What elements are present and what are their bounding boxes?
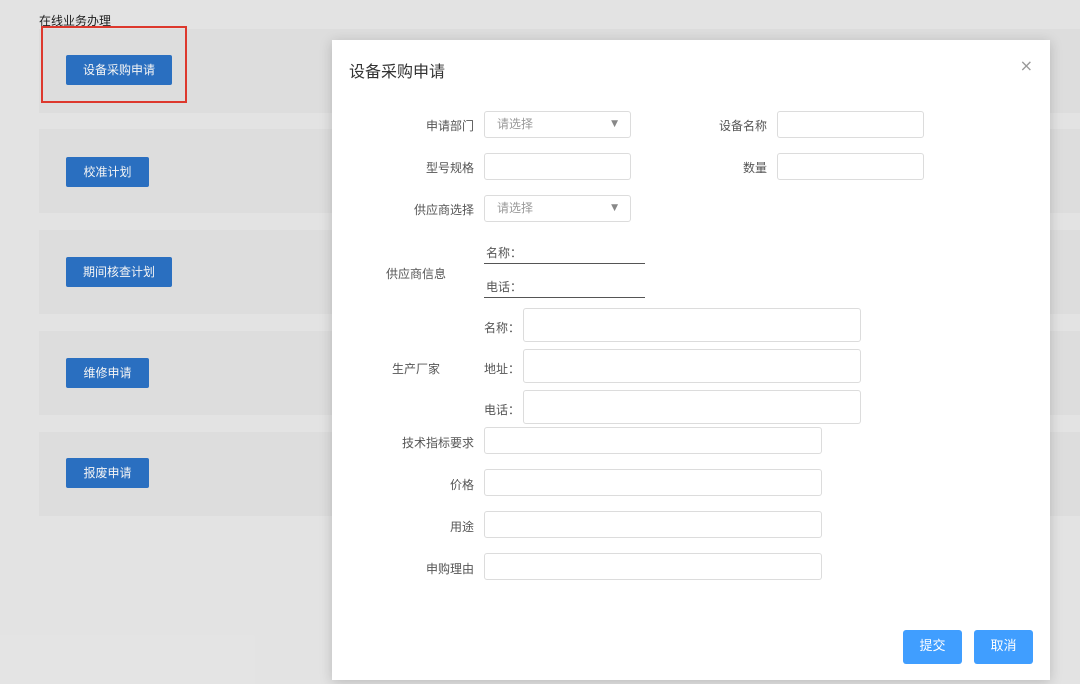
mfr-phone-label: 电话：: [483, 403, 520, 417]
supplier-info-label: 供应商信息: [385, 267, 446, 281]
device-name-input[interactable]: [777, 111, 924, 138]
mfr-address-label: 地址：: [483, 362, 520, 376]
supplier-select[interactable]: 请选择 ▼: [484, 195, 631, 222]
cancel-button[interactable]: 取消: [974, 630, 1033, 664]
chevron-down-icon: ▼: [611, 203, 618, 213]
device-name-label: 设备名称: [718, 119, 767, 133]
supplier-select-label: 供应商选择: [413, 203, 474, 217]
tech-label: 技术指标要求: [401, 436, 474, 450]
close-icon[interactable]: ×: [1020, 58, 1033, 74]
mfr-name-input[interactable]: [523, 308, 861, 342]
qty-label: 数量: [742, 161, 767, 175]
dialog-title: 设备采购申请: [349, 62, 446, 81]
price-label: 价格: [449, 478, 474, 492]
manufacturer-label: 生产厂家: [391, 362, 440, 376]
reason-label: 申购理由: [425, 562, 474, 576]
reason-input[interactable]: [484, 553, 822, 580]
dept-placeholder: 请选择: [497, 117, 534, 131]
chevron-down-icon: ▼: [611, 119, 618, 129]
supplier-phone-line: 电话：: [484, 278, 645, 298]
supplier-placeholder: 请选择: [497, 201, 534, 215]
model-input[interactable]: [484, 153, 631, 180]
model-label: 型号规格: [425, 161, 474, 175]
tech-input[interactable]: [484, 427, 822, 454]
mfr-address-input[interactable]: [523, 349, 861, 383]
qty-input[interactable]: [777, 153, 924, 180]
supplier-phone-label: 电话：: [486, 280, 523, 294]
mfr-phone-input[interactable]: [523, 390, 861, 424]
usage-input[interactable]: [484, 511, 822, 538]
usage-label: 用途: [449, 520, 474, 534]
submit-button[interactable]: 提交: [903, 630, 962, 664]
supplier-name-line: 名称：: [484, 244, 645, 264]
dept-select[interactable]: 请选择 ▼: [484, 111, 631, 138]
purchase-dialog: 设备采购申请 × 申请部门 请选择 ▼ 设备名称 型号规格 数量 供应商选择 请…: [332, 40, 1050, 680]
supplier-name-label: 名称：: [486, 246, 523, 260]
dept-label: 申请部门: [425, 119, 474, 133]
price-input[interactable]: [484, 469, 822, 496]
mfr-name-label: 名称：: [483, 321, 520, 335]
